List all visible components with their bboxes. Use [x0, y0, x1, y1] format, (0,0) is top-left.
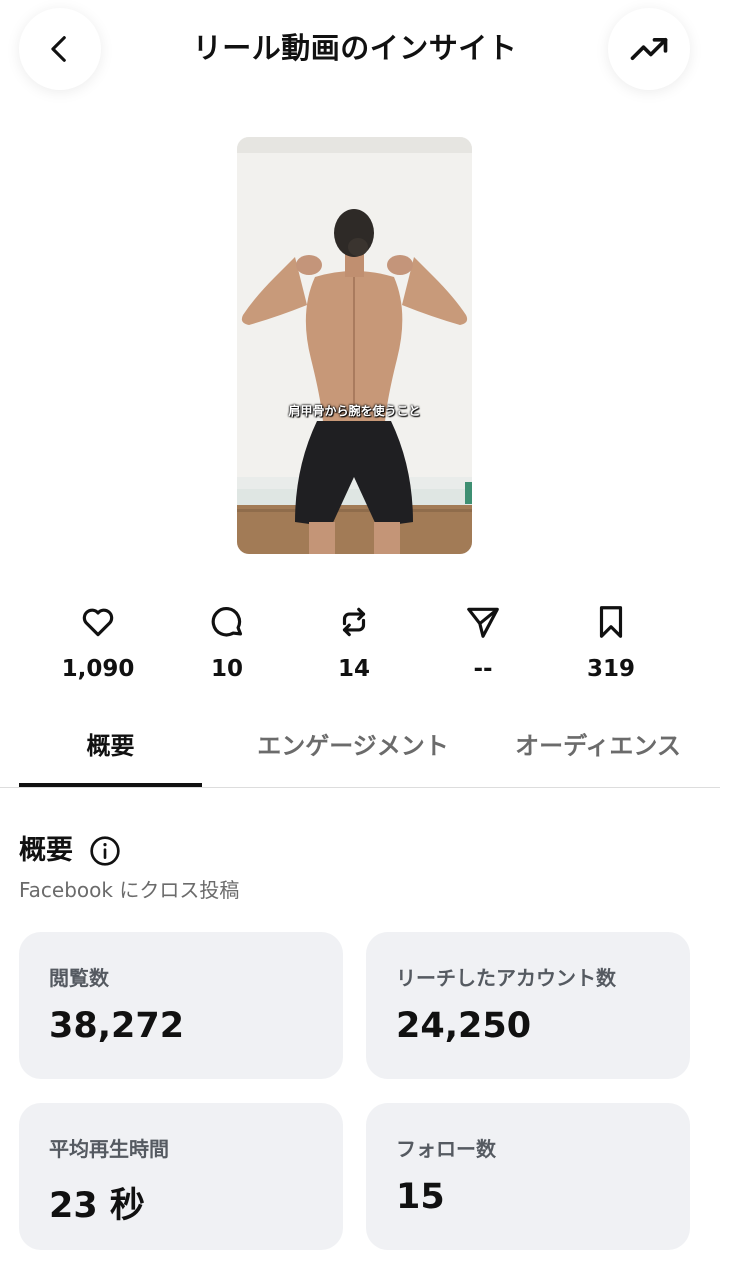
insight-tabs: 概要 エンゲージメント オーディエンス — [0, 720, 720, 788]
chevron-left-icon — [51, 36, 66, 62]
stat-value: 23 秒 — [49, 1186, 145, 1226]
reel-insights-page: リール動画のインサイト 肩甲骨から腕を使うこと 1,090 10 14 -- 3… — [0, 0, 736, 1284]
shares-metric[interactable]: -- — [423, 600, 543, 682]
tab-engagement[interactable]: エンゲージメント — [237, 720, 469, 786]
bookmark-icon — [599, 606, 623, 638]
comments-count: 10 — [210, 656, 243, 682]
heart-icon — [82, 608, 114, 637]
info-icon[interactable] — [89, 835, 121, 867]
back-button[interactable] — [19, 8, 101, 90]
reel-preview-image — [237, 137, 472, 554]
reel-caption: 肩甲骨から腕を使うこと — [288, 404, 421, 418]
stat-card-views: 閲覧数 38,272 — [19, 932, 343, 1079]
repost-icon — [342, 607, 366, 637]
stat-card-follows: フォロー数 15 — [366, 1103, 690, 1250]
trending-up-icon — [630, 37, 668, 60]
reel-metrics: 1,090 10 14 -- 319 — [0, 600, 736, 690]
active-tab-indicator — [19, 783, 202, 787]
stat-value: 24,250 — [396, 1006, 532, 1046]
page-title: リール動画のインサイト — [192, 31, 518, 65]
stat-label: フォロー数 — [396, 1137, 496, 1161]
share-icon — [467, 607, 499, 638]
reposts-count: 14 — [337, 656, 370, 682]
likes-metric[interactable]: 1,090 — [38, 600, 158, 682]
cross-post-note: Facebook にクロス投稿 — [19, 878, 240, 902]
trend-button[interactable] — [608, 8, 690, 90]
overview-title: 概要 — [19, 835, 73, 866]
tab-audience[interactable]: オーディエンス — [502, 720, 694, 786]
saves-count: 319 — [586, 656, 635, 682]
tab-overview[interactable]: 概要 — [19, 720, 202, 786]
shares-count: -- — [473, 656, 493, 682]
stat-value: 15 — [396, 1177, 445, 1217]
stat-value: 38,272 — [49, 1006, 185, 1046]
saves-metric[interactable]: 319 — [551, 600, 671, 682]
stat-label: リーチしたアカウント数 — [396, 966, 616, 990]
reel-thumbnail[interactable]: 肩甲骨から腕を使うこと — [237, 137, 472, 554]
header: リール動画のインサイト — [0, 0, 736, 100]
reposts-metric[interactable]: 14 — [294, 600, 414, 682]
comments-metric[interactable]: 10 — [167, 600, 287, 682]
stat-card-reach: リーチしたアカウント数 24,250 — [366, 932, 690, 1079]
stat-label: 閲覧数 — [49, 966, 109, 990]
stat-card-avg-watch-time: 平均再生時間 23 秒 — [19, 1103, 343, 1250]
likes-count: 1,090 — [61, 656, 135, 682]
stat-label: 平均再生時間 — [49, 1137, 169, 1161]
comment-icon — [211, 607, 243, 637]
